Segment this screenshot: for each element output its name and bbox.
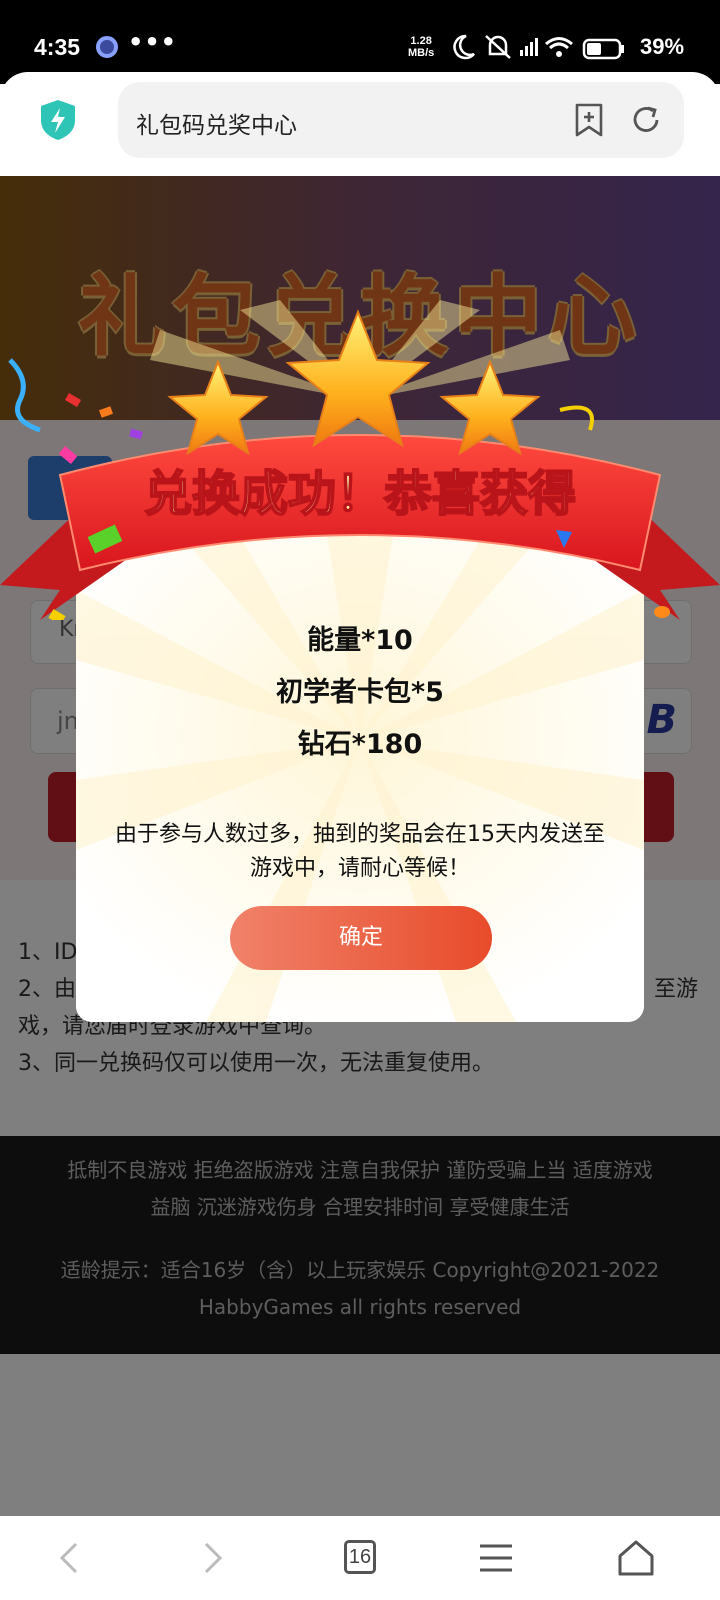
address-bar[interactable]: 礼包码兑奖中心 — [118, 82, 684, 158]
home-icon[interactable] — [614, 1538, 658, 1578]
banner-text: 兑换成功！恭喜获得 — [144, 466, 576, 522]
mute-bell-icon — [485, 35, 511, 59]
reload-icon[interactable] — [628, 102, 664, 138]
menu-icon[interactable] — [474, 1538, 518, 1578]
forward-icon[interactable] — [190, 1538, 234, 1578]
battery-icon — [582, 38, 624, 60]
security-shield-icon[interactable] — [38, 98, 78, 142]
status-time: 4:35 — [34, 34, 81, 60]
confirm-button[interactable]: 确定 — [230, 906, 492, 970]
back-icon[interactable] — [48, 1538, 92, 1578]
network-speed-value: 1.28 — [410, 35, 432, 47]
page-title: 礼包码兑奖中心 — [136, 113, 297, 139]
browser-bottom-nav: 16 — [0, 1516, 720, 1600]
prize-item: 钻石*180 — [297, 729, 423, 760]
moon-icon — [453, 34, 475, 60]
add-bookmark-icon[interactable] — [572, 102, 606, 138]
wifi-icon — [545, 37, 573, 57]
prize-item: 能量*10 — [307, 625, 413, 656]
battery-percent: 39% — [640, 34, 685, 59]
tabs-button[interactable]: 16 — [344, 1540, 376, 1574]
delivery-notice: 由于参与人数过多，抽到的奖品会在15天内发送至游戏中，请耐心等候！ — [115, 822, 605, 881]
star-center-icon — [285, 309, 431, 448]
network-speed: 1.28 MB/s — [408, 35, 434, 59]
app-notification-icon — [96, 36, 118, 58]
network-speed-unit: MB/s — [408, 47, 435, 59]
prize-item: 初学者卡包*5 — [276, 677, 444, 708]
more-notifications-icon: ••• — [128, 28, 178, 56]
browser-toolbar: 礼包码兑奖中心 — [0, 72, 720, 176]
signal-icon — [520, 38, 538, 56]
success-ribbon-banner: 兑换成功！恭喜获得 — [0, 300, 720, 620]
